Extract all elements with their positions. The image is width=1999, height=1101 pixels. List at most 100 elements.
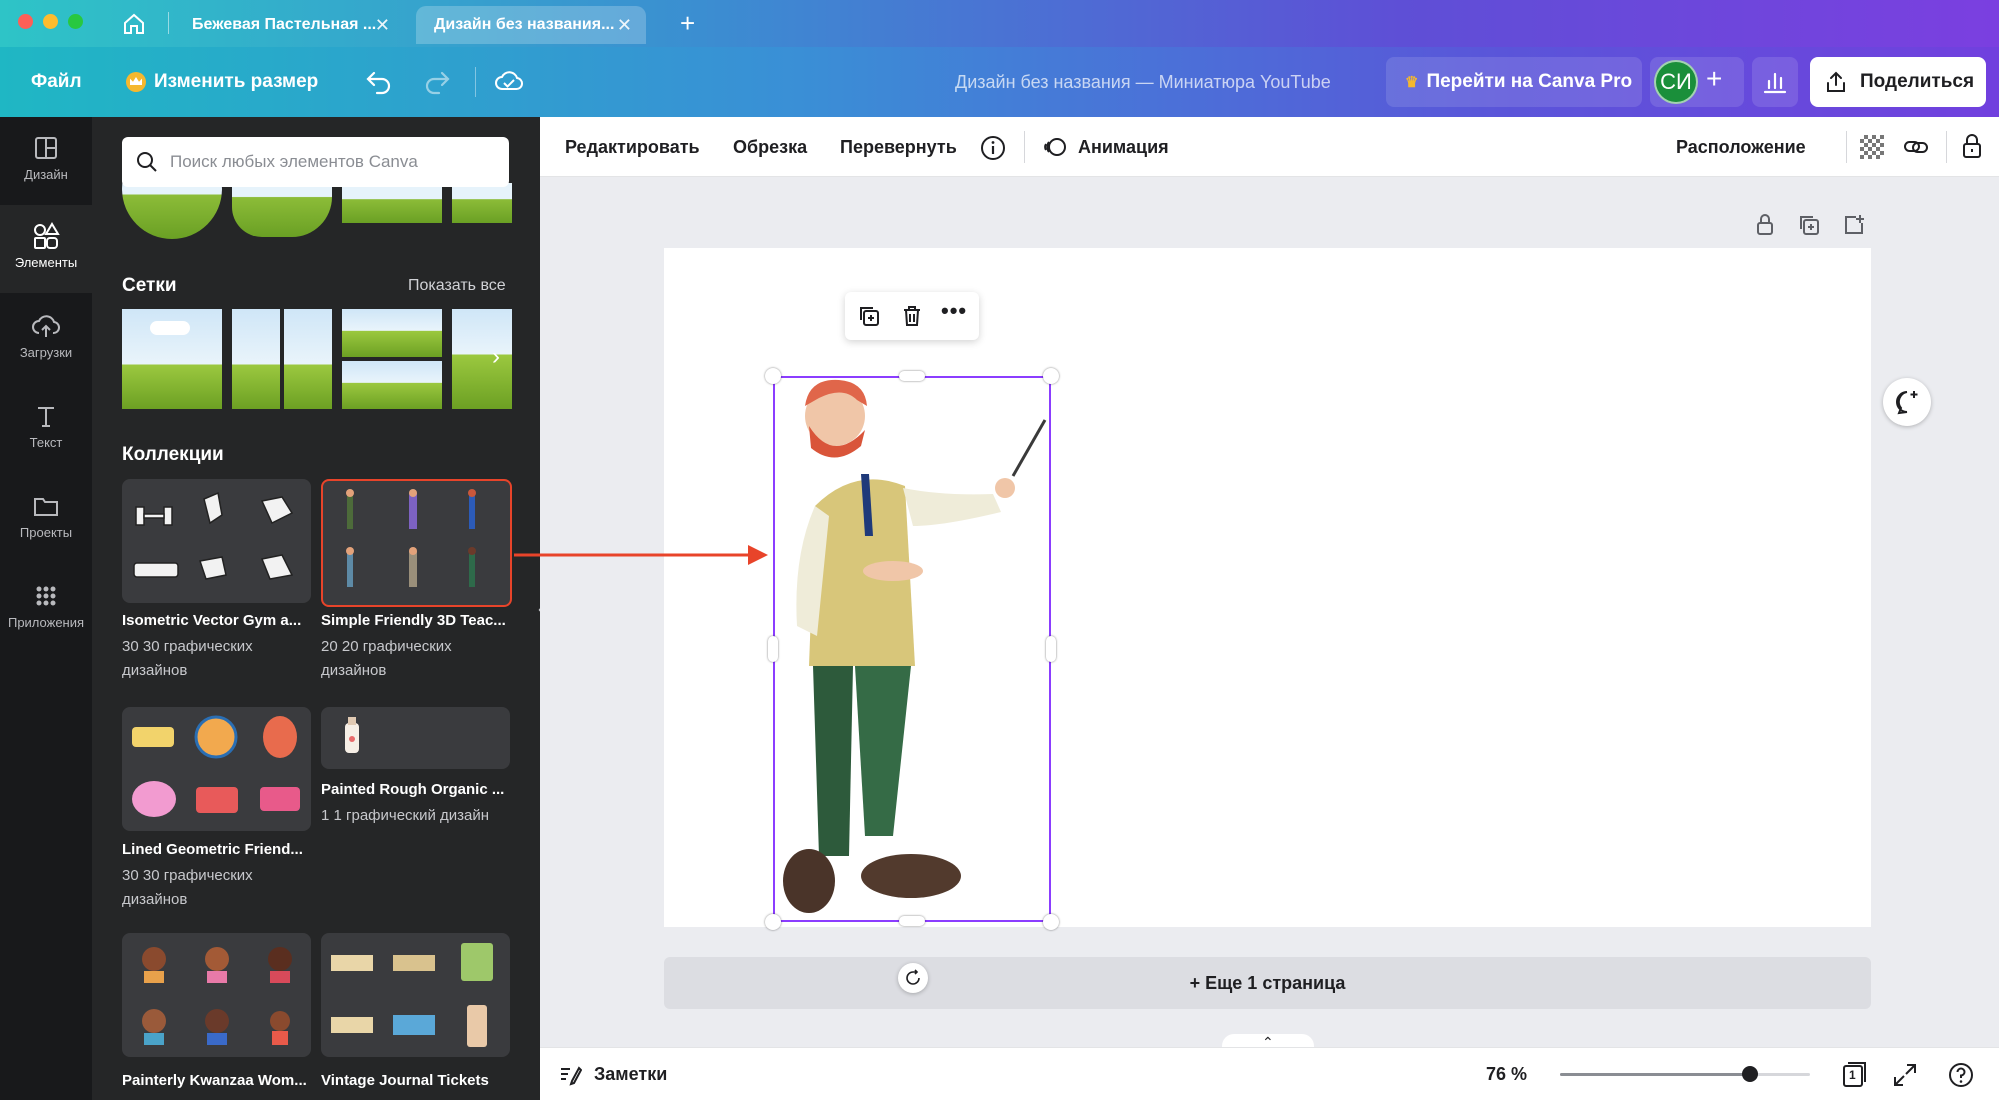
context-toolbar: Редактировать Обрезка Перевернуть Анимац… bbox=[540, 117, 1999, 177]
duplicate-icon[interactable] bbox=[857, 304, 881, 328]
crop-button[interactable]: Обрезка bbox=[733, 117, 807, 177]
grids-show-all-link[interactable]: Показать все bbox=[408, 277, 506, 295]
tab-divider bbox=[168, 12, 169, 34]
collections-heading: Коллекции bbox=[122, 444, 224, 465]
share-button[interactable]: Поделиться bbox=[1810, 57, 1986, 107]
ctx-divider bbox=[1946, 131, 1947, 163]
new-tab-icon[interactable]: + bbox=[680, 8, 695, 39]
resize-button[interactable]: Изменить размер bbox=[126, 47, 318, 117]
frame-rect-thumb[interactable] bbox=[452, 183, 512, 223]
collection-vintage-tickets-thumb[interactable] bbox=[321, 933, 510, 1057]
rail-item-elements[interactable]: Элементы bbox=[0, 205, 92, 293]
resize-handle[interactable] bbox=[765, 914, 781, 930]
rail-item-text[interactable]: Текст bbox=[0, 385, 92, 473]
refresh-icon bbox=[906, 969, 920, 985]
share-upload-icon bbox=[1827, 71, 1845, 92]
file-menu-button[interactable]: Файл bbox=[31, 47, 82, 117]
cloud-saved-icon[interactable] bbox=[494, 67, 524, 97]
avatar[interactable]: СИ bbox=[1654, 60, 1698, 104]
page-number: 1 bbox=[1849, 1068, 1856, 1082]
canva-pro-button[interactable]: ♛ Перейти на Canva Pro bbox=[1405, 47, 1632, 117]
editor-toolbar: Файл Изменить размер Дизайн без названия… bbox=[0, 47, 1999, 117]
share-label: Поделиться bbox=[1860, 71, 1975, 92]
rail-label: Проекты bbox=[19, 525, 73, 540]
cloud-upload-icon bbox=[32, 315, 60, 337]
collection-3d-teacher-thumb[interactable] bbox=[321, 479, 512, 607]
apps-grid-icon bbox=[36, 586, 56, 606]
refresh-button[interactable] bbox=[898, 963, 928, 993]
zoom-value[interactable]: 76 % bbox=[1486, 1064, 1527, 1085]
tab-beige-pastel[interactable]: Бежевая Пастельная ... ✕ bbox=[174, 6, 404, 44]
add-page-icon[interactable] bbox=[1842, 213, 1866, 237]
zoom-slider-thumb[interactable] bbox=[1742, 1066, 1758, 1082]
insights-chart-icon[interactable] bbox=[1762, 69, 1788, 95]
elements-panel: Поиск любых элементов Canva Сетки Показа… bbox=[92, 117, 540, 1100]
add-comment-button[interactable] bbox=[1883, 378, 1931, 426]
add-page-button[interactable]: + Еще 1 страница bbox=[664, 957, 1871, 1009]
comment-plus-icon bbox=[1896, 391, 1918, 415]
frame-rect-thumb[interactable] bbox=[342, 183, 442, 223]
trash-icon[interactable] bbox=[900, 304, 924, 328]
resize-handle[interactable] bbox=[1043, 914, 1059, 930]
maximize-window-dot[interactable] bbox=[68, 14, 83, 29]
zoom-slider[interactable] bbox=[1560, 1066, 1810, 1082]
rail-label: Элементы bbox=[14, 255, 78, 270]
search-icon bbox=[137, 152, 157, 172]
notes-label: Заметки bbox=[594, 1064, 668, 1084]
selection-box[interactable] bbox=[773, 376, 1051, 922]
page-count-button[interactable]: 1 bbox=[1840, 1060, 1868, 1088]
collection-lined-geometric-thumb[interactable] bbox=[122, 707, 311, 831]
home-icon[interactable] bbox=[122, 12, 146, 36]
resize-handle[interactable] bbox=[768, 636, 778, 662]
close-window-dot[interactable] bbox=[18, 14, 33, 29]
fullscreen-icon[interactable] bbox=[1892, 1062, 1918, 1088]
grid-single-thumb[interactable] bbox=[122, 309, 222, 409]
grid-more-thumb[interactable] bbox=[452, 309, 512, 409]
resize-handle[interactable] bbox=[899, 916, 925, 926]
edit-image-button[interactable]: Редактировать bbox=[565, 117, 700, 177]
grids-heading: Сетки bbox=[122, 275, 177, 296]
info-icon[interactable] bbox=[980, 135, 1006, 161]
rail-item-uploads[interactable]: Загрузки bbox=[0, 295, 92, 383]
duplicate-page-icon[interactable] bbox=[1797, 213, 1821, 237]
close-tab-icon[interactable]: ✕ bbox=[617, 15, 632, 36]
chevron-right-icon[interactable]: › bbox=[492, 343, 500, 371]
canva-pro-label: Перейти на Canva Pro bbox=[1426, 71, 1633, 92]
flip-button[interactable]: Перевернуть bbox=[840, 117, 957, 177]
search-bar[interactable]: Поиск любых элементов Canva bbox=[122, 137, 509, 187]
help-icon[interactable] bbox=[1947, 1061, 1975, 1089]
close-tab-icon[interactable]: ✕ bbox=[375, 15, 390, 36]
rail-item-projects[interactable]: Проекты bbox=[0, 475, 92, 563]
resize-handle[interactable] bbox=[899, 371, 925, 381]
text-icon bbox=[38, 407, 54, 427]
portraits-preview bbox=[142, 947, 292, 1045]
animate-button[interactable]: Анимация bbox=[1042, 117, 1169, 177]
collection-title: Painted Rough Organic ... bbox=[321, 781, 505, 798]
collection-title: Vintage Journal Tickets bbox=[321, 1072, 489, 1089]
grid-two-col-thumb[interactable] bbox=[232, 309, 332, 409]
resize-handle[interactable] bbox=[1043, 368, 1059, 384]
page-lock-icon[interactable] bbox=[1753, 212, 1777, 238]
position-button[interactable]: Расположение bbox=[1676, 117, 1806, 177]
collection-kwanzaa-thumb[interactable] bbox=[122, 933, 311, 1057]
rail-item-apps[interactable]: Приложения bbox=[0, 565, 92, 653]
design-title[interactable]: Дизайн без названия — Миниатюра YouTube bbox=[955, 47, 1331, 117]
tab-untitled-design[interactable]: Дизайн без названия... ✕ bbox=[416, 6, 646, 44]
undo-icon[interactable] bbox=[365, 69, 393, 95]
grid-two-row-thumb[interactable] bbox=[342, 309, 442, 409]
rail-item-design[interactable]: Дизайн bbox=[0, 117, 92, 205]
redo-icon[interactable] bbox=[423, 69, 451, 95]
link-icon[interactable] bbox=[1902, 133, 1930, 161]
transparency-icon[interactable] bbox=[1860, 135, 1884, 159]
resize-handle[interactable] bbox=[1046, 636, 1056, 662]
add-member-icon[interactable]: + bbox=[1706, 63, 1722, 95]
search-input[interactable]: Поиск любых элементов Canva bbox=[170, 152, 418, 172]
minimize-window-dot[interactable] bbox=[43, 14, 58, 29]
resize-handle[interactable] bbox=[765, 368, 781, 384]
rail-label: Текст bbox=[29, 435, 63, 450]
notes-button[interactable]: Заметки bbox=[558, 1048, 667, 1101]
more-options-icon[interactable]: ••• bbox=[941, 298, 967, 324]
collection-gym-thumb[interactable] bbox=[122, 479, 311, 603]
collection-painted-rough-thumb[interactable] bbox=[321, 707, 510, 769]
lock-icon[interactable] bbox=[1958, 131, 1986, 161]
